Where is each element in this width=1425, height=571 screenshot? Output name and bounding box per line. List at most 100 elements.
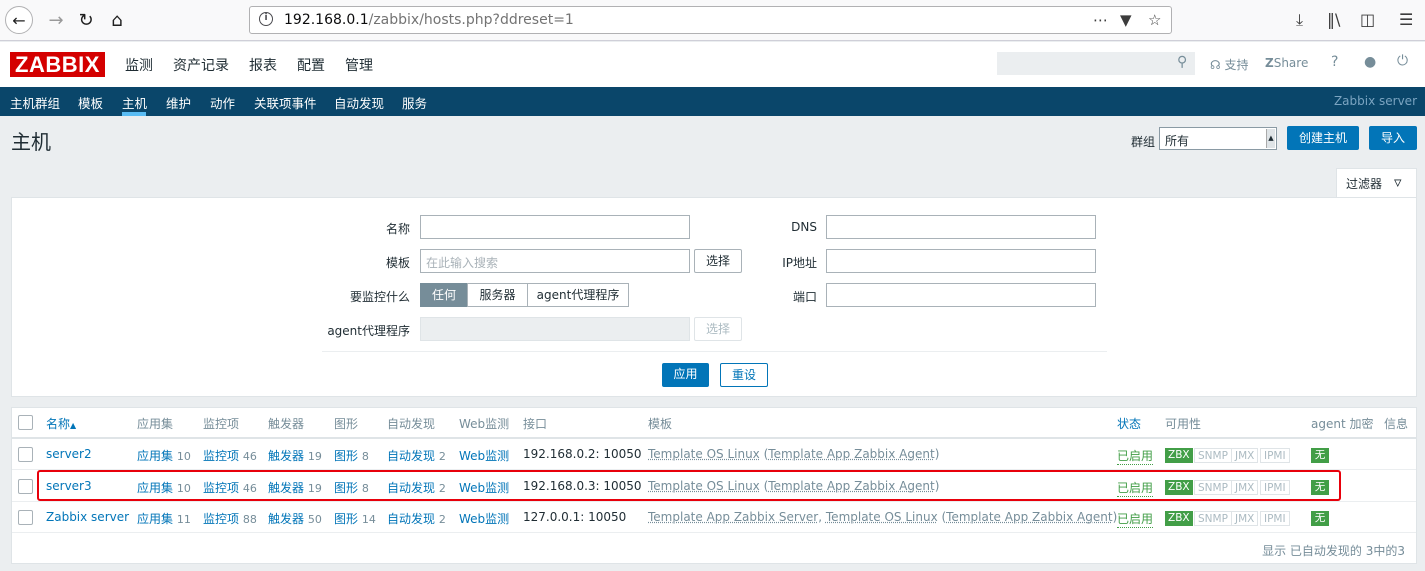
- filter-template-label: 模板: [385, 256, 410, 270]
- forward-arrow-icon[interactable]: →: [42, 6, 70, 34]
- discovery-link[interactable]: 自动发现 2: [387, 510, 446, 527]
- apps-link[interactable]: 应用集 10: [137, 447, 191, 464]
- col-templates-header: 模板: [648, 417, 673, 431]
- host-name-link[interactable]: server2: [46, 447, 92, 461]
- menu-reports[interactable]: 报表: [249, 55, 277, 75]
- downloads-icon[interactable]: ⤓: [1296, 10, 1303, 30]
- template-link[interactable]: Template OS Linux: [826, 510, 938, 524]
- menu-inventory[interactable]: 资产记录: [173, 55, 229, 75]
- triggers-link[interactable]: 触发器 19: [268, 447, 322, 464]
- row-checkbox[interactable]: [18, 479, 33, 494]
- row-checkbox[interactable]: [18, 510, 33, 525]
- template-link[interactable]: Template App Zabbix Agent: [768, 447, 934, 461]
- col-name-header[interactable]: 名称▲: [46, 415, 76, 432]
- items-link[interactable]: 监控项 88: [203, 510, 257, 527]
- table-footer-count: 显示 已自动发现的 3中的3: [1262, 544, 1405, 558]
- template-select-button[interactable]: 选择: [694, 249, 742, 273]
- subnav-templates[interactable]: 模板: [78, 93, 103, 112]
- col-apps-header: 应用集: [137, 417, 174, 431]
- create-host-button[interactable]: 创建主机: [1287, 126, 1359, 150]
- subnav-maintenance[interactable]: 维护: [166, 93, 191, 112]
- template-link[interactable]: Template App Zabbix Server: [648, 510, 818, 524]
- status-enabled-link[interactable]: 已启用: [1117, 510, 1154, 528]
- share-link[interactable]: ZShare: [1265, 56, 1308, 70]
- support-label: 支持: [1224, 58, 1249, 72]
- filter-port-label: 端口: [792, 290, 817, 304]
- user-profile-icon[interactable]: ●: [1364, 54, 1376, 70]
- avail-zbx-badge: ZBX: [1165, 448, 1193, 463]
- items-link[interactable]: 监控项 46: [203, 447, 257, 464]
- library-icon[interactable]: ‖\: [1327, 10, 1340, 29]
- bookmark-star-icon[interactable]: ☆: [1148, 11, 1161, 29]
- reset-button[interactable]: 重设: [720, 363, 768, 387]
- filter-template-input[interactable]: 在此输入搜索: [420, 249, 690, 273]
- apps-link[interactable]: 应用集 11: [137, 510, 191, 527]
- triggers-link[interactable]: 触发器 50: [268, 510, 322, 527]
- menu-icon[interactable]: ☰: [1399, 10, 1413, 29]
- graphs-label: 图形: [334, 449, 359, 463]
- graphs-link[interactable]: 图形 14: [334, 510, 376, 527]
- filter-tab[interactable]: 过滤器 ▿: [1336, 168, 1417, 198]
- template-paren-open: (: [759, 447, 769, 461]
- subnav-correlation[interactable]: 关联项事件: [254, 93, 317, 112]
- web-link[interactable]: Web监测: [459, 510, 509, 527]
- zabbix-logo[interactable]: ZABBIX: [10, 52, 105, 77]
- apply-button[interactable]: 应用: [662, 363, 709, 387]
- home-icon[interactable]: ⌂: [103, 6, 131, 34]
- subnav-services[interactable]: 服务: [402, 93, 427, 112]
- filter-name-input[interactable]: [420, 215, 690, 239]
- monitored-any-option[interactable]: 任何: [420, 283, 468, 307]
- logout-icon[interactable]: ⏻: [1397, 53, 1408, 69]
- monitored-server-option[interactable]: 服务器: [467, 283, 528, 307]
- pocket-icon[interactable]: ▼: [1120, 11, 1132, 29]
- group-select[interactable]: 所有 ▲: [1159, 127, 1277, 150]
- filter-dns-input[interactable]: [826, 215, 1096, 239]
- help-icon[interactable]: ?: [1331, 54, 1338, 70]
- back-arrow-icon[interactable]: ←: [5, 6, 33, 34]
- sidebar-icon[interactable]: ◫: [1360, 10, 1375, 29]
- web-link[interactable]: Web监测: [459, 447, 509, 464]
- row-checkbox[interactable]: [18, 447, 33, 462]
- items-count: 88: [242, 513, 257, 526]
- site-info-icon[interactable]: i: [259, 12, 273, 26]
- avail-snmp-badge: SNMP: [1194, 511, 1232, 526]
- support-link[interactable]: ☊ 支持: [1210, 56, 1249, 73]
- import-button[interactable]: 导入: [1369, 126, 1417, 150]
- template-link[interactable]: Template App Zabbix Agent: [946, 510, 1112, 524]
- subnav-actions[interactable]: 动作: [210, 93, 235, 112]
- interface-value: 127.0.0.1: 10050: [523, 510, 627, 524]
- host-name-link[interactable]: Zabbix server: [46, 510, 129, 524]
- url-bar[interactable]: i 192.168.0.1/zabbix/hosts.php?ddreset=1…: [249, 6, 1172, 34]
- discovery-link[interactable]: 自动发现 2: [387, 447, 446, 464]
- filter-port-input[interactable]: [826, 283, 1096, 307]
- reload-icon[interactable]: ↻: [72, 6, 100, 34]
- select-all-checkbox[interactable]: [18, 415, 33, 430]
- status-enabled-link[interactable]: 已启用: [1117, 447, 1154, 465]
- sub-navigation: 主机群组 模板 主机 维护 动作 关联项事件 自动发现 服务 Zabbix se…: [0, 87, 1425, 116]
- graphs-count: 14: [361, 513, 376, 526]
- filter-ip-input[interactable]: [826, 249, 1096, 273]
- global-search-input[interactable]: [997, 52, 1195, 75]
- page-actions-icon[interactable]: ⋯: [1093, 11, 1108, 29]
- subnav-discovery[interactable]: 自动发现: [334, 93, 384, 112]
- subnav-hosts[interactable]: 主机: [122, 93, 147, 112]
- col-triggers-header: 触发器: [268, 417, 305, 431]
- template-link[interactable]: Template OS Linux: [648, 447, 760, 461]
- col-web-header: Web监测: [459, 417, 510, 431]
- subnav-host-groups[interactable]: 主机群组: [10, 93, 60, 112]
- monitored-proxy-option[interactable]: agent代理程序: [527, 283, 629, 307]
- sort-asc-icon: ▲: [70, 421, 77, 430]
- menu-administration[interactable]: 管理: [345, 55, 373, 75]
- encryption-badge: 无: [1311, 511, 1329, 526]
- discovery-label: 自动发现: [387, 512, 436, 526]
- search-icon[interactable]: ⚲: [1177, 54, 1187, 70]
- graphs-link[interactable]: 图形 8: [334, 447, 369, 464]
- col-status-header[interactable]: 状态: [1117, 415, 1141, 432]
- menu-configuration[interactable]: 配置: [297, 55, 325, 75]
- template-paren-open: (: [937, 510, 947, 524]
- menu-monitoring[interactable]: 监测: [125, 55, 153, 75]
- items-count: 46: [242, 450, 257, 463]
- triggers-label: 触发器: [268, 449, 305, 463]
- col-name-label: 名称: [46, 417, 71, 431]
- avail-zbx-badge: ZBX: [1165, 511, 1193, 526]
